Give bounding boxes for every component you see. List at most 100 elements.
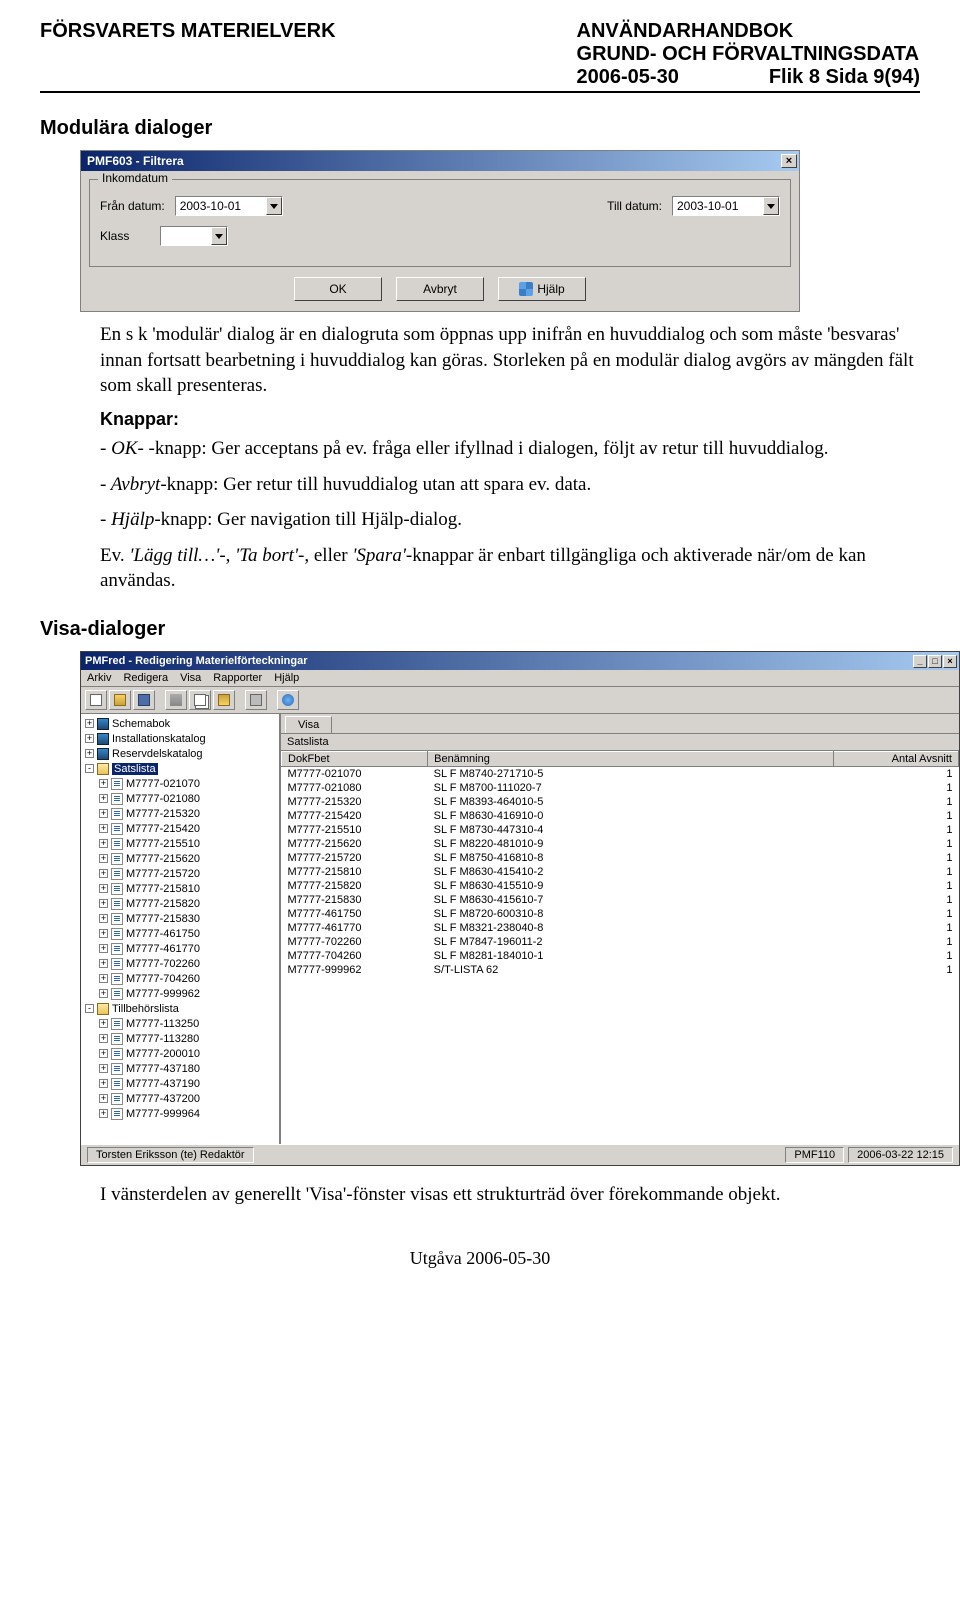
tree-node[interactable]: +M7777-215320 — [81, 806, 279, 821]
maximize-button[interactable]: □ — [928, 655, 942, 668]
tree-node[interactable]: +M7777-215820 — [81, 896, 279, 911]
expand-icon[interactable]: + — [99, 1049, 108, 1058]
minimize-button[interactable]: _ — [913, 655, 927, 668]
tb-new-button[interactable] — [85, 690, 107, 710]
help-button[interactable]: Hjälp — [498, 277, 586, 301]
tree-node[interactable]: +M7777-461750 — [81, 926, 279, 941]
to-date-input[interactable] — [673, 197, 763, 215]
expand-icon[interactable]: + — [85, 749, 94, 758]
tree-node[interactable]: +M7777-437200 — [81, 1091, 279, 1106]
expand-icon[interactable]: + — [99, 824, 108, 833]
from-date-combo[interactable] — [175, 196, 283, 216]
table-row[interactable]: M7777-461770SL F M8321-238040-81 — [282, 921, 959, 935]
close-button[interactable]: × — [943, 655, 957, 668]
expand-icon[interactable]: + — [99, 794, 108, 803]
tree-node[interactable]: +M7777-437180 — [81, 1061, 279, 1076]
menu-redigera[interactable]: Redigera — [123, 672, 168, 684]
expand-icon[interactable]: + — [99, 1109, 108, 1118]
tb-save-button[interactable] — [133, 690, 155, 710]
expand-icon[interactable]: + — [99, 1034, 108, 1043]
expand-icon[interactable]: + — [99, 914, 108, 923]
expand-icon[interactable]: + — [99, 854, 108, 863]
tb-help-button[interactable] — [277, 690, 299, 710]
table-row[interactable]: M7777-215510SL F M8730-447310-41 — [282, 823, 959, 837]
expand-icon[interactable]: + — [99, 959, 108, 968]
tree-node[interactable]: +M7777-215620 — [81, 851, 279, 866]
tree-node[interactable]: -Tillbehörslista — [81, 1001, 279, 1016]
expand-icon[interactable]: + — [99, 944, 108, 953]
table-row[interactable]: M7777-215810SL F M8630-415410-21 — [282, 865, 959, 879]
table-row[interactable]: M7777-461750SL F M8720-600310-81 — [282, 907, 959, 921]
table-row[interactable]: M7777-215830SL F M8630-415610-71 — [282, 893, 959, 907]
tree-node[interactable]: +M7777-215810 — [81, 881, 279, 896]
from-date-input[interactable] — [176, 197, 266, 215]
tree-node[interactable]: +Reservdelskatalog — [81, 746, 279, 761]
expand-icon[interactable]: + — [99, 1079, 108, 1088]
tab-visa[interactable]: Visa — [285, 716, 332, 733]
table-row[interactable]: M7777-215820SL F M8630-415510-91 — [282, 879, 959, 893]
expand-icon[interactable]: + — [99, 1019, 108, 1028]
expand-icon[interactable]: + — [99, 989, 108, 998]
expand-icon[interactable]: + — [99, 779, 108, 788]
tb-cut-button[interactable] — [165, 690, 187, 710]
expand-icon[interactable]: + — [99, 884, 108, 893]
close-button[interactable]: × — [781, 154, 797, 168]
col-header[interactable]: DokFbet — [282, 752, 428, 767]
expand-icon[interactable]: + — [85, 719, 94, 728]
table-row[interactable]: M7777-702260SL F M7847-196011-21 — [282, 935, 959, 949]
expand-icon[interactable]: + — [99, 809, 108, 818]
ok-button[interactable]: OK — [294, 277, 382, 301]
tb-paste-button[interactable] — [213, 690, 235, 710]
menu-hjälp[interactable]: Hjälp — [274, 672, 299, 684]
tree-node[interactable]: +M7777-113250 — [81, 1016, 279, 1031]
tree-node[interactable]: +M7777-021070 — [81, 776, 279, 791]
klass-combo[interactable] — [160, 226, 228, 246]
table-row[interactable]: M7777-021070SL F M8740-271710-51 — [282, 767, 959, 781]
collapse-icon[interactable]: - — [85, 1004, 94, 1013]
expand-icon[interactable]: + — [99, 1064, 108, 1073]
expand-icon[interactable]: + — [85, 734, 94, 743]
tree-node[interactable]: +M7777-999962 — [81, 986, 279, 1001]
expand-icon[interactable]: + — [99, 869, 108, 878]
app-titlebar[interactable]: PMFred - Redigering Materielförteckninga… — [81, 652, 959, 670]
expand-icon[interactable]: + — [99, 974, 108, 983]
tree-node[interactable]: -Satslista — [81, 761, 279, 776]
tree-pane[interactable]: +Schemabok+Installationskatalog+Reservde… — [81, 714, 281, 1144]
table-row[interactable]: M7777-215420SL F M8630-416910-01 — [282, 809, 959, 823]
table-row[interactable]: M7777-021080SL F M8700-111020-71 — [282, 781, 959, 795]
expand-icon[interactable]: + — [99, 929, 108, 938]
expand-icon[interactable]: + — [99, 839, 108, 848]
tree-node[interactable]: +Installationskatalog — [81, 731, 279, 746]
col-header[interactable]: Antal Avsnitt — [834, 752, 959, 767]
to-date-dropdown[interactable] — [763, 197, 779, 215]
tree-node[interactable]: +M7777-215510 — [81, 836, 279, 851]
tree-node[interactable]: +M7777-200010 — [81, 1046, 279, 1061]
table-row[interactable]: M7777-215620SL F M8220-481010-91 — [282, 837, 959, 851]
table-row[interactable]: M7777-215320SL F M8393-464010-51 — [282, 795, 959, 809]
tree-node[interactable]: +M7777-437190 — [81, 1076, 279, 1091]
tree-node[interactable]: +Schemabok — [81, 716, 279, 731]
table-container[interactable]: DokFbetBenämningAntal Avsnitt M7777-0210… — [281, 750, 959, 1144]
tb-copy-button[interactable] — [189, 690, 211, 710]
collapse-icon[interactable]: - — [85, 764, 94, 773]
tree-node[interactable]: +M7777-021080 — [81, 791, 279, 806]
tb-open-button[interactable] — [109, 690, 131, 710]
table-row[interactable]: M7777-215720SL F M8750-416810-81 — [282, 851, 959, 865]
table-row[interactable]: M7777-704260SL F M8281-184010-11 — [282, 949, 959, 963]
tree-node[interactable]: +M7777-999964 — [81, 1106, 279, 1121]
to-date-combo[interactable] — [672, 196, 780, 216]
klass-dropdown[interactable] — [211, 227, 227, 245]
col-header[interactable]: Benämning — [428, 752, 834, 767]
dialog-titlebar[interactable]: PMF603 - Filtrera × — [81, 151, 799, 171]
tree-node[interactable]: +M7777-704260 — [81, 971, 279, 986]
tree-node[interactable]: +M7777-113280 — [81, 1031, 279, 1046]
expand-icon[interactable]: + — [99, 899, 108, 908]
klass-input[interactable] — [161, 227, 211, 245]
cancel-button[interactable]: Avbryt — [396, 277, 484, 301]
menu-arkiv[interactable]: Arkiv — [87, 672, 111, 684]
tree-node[interactable]: +M7777-702260 — [81, 956, 279, 971]
tree-node[interactable]: +M7777-215720 — [81, 866, 279, 881]
table-row[interactable]: M7777-999962S/T-LISTA 621 — [282, 963, 959, 977]
menu-visa[interactable]: Visa — [180, 672, 201, 684]
tree-node[interactable]: +M7777-215420 — [81, 821, 279, 836]
